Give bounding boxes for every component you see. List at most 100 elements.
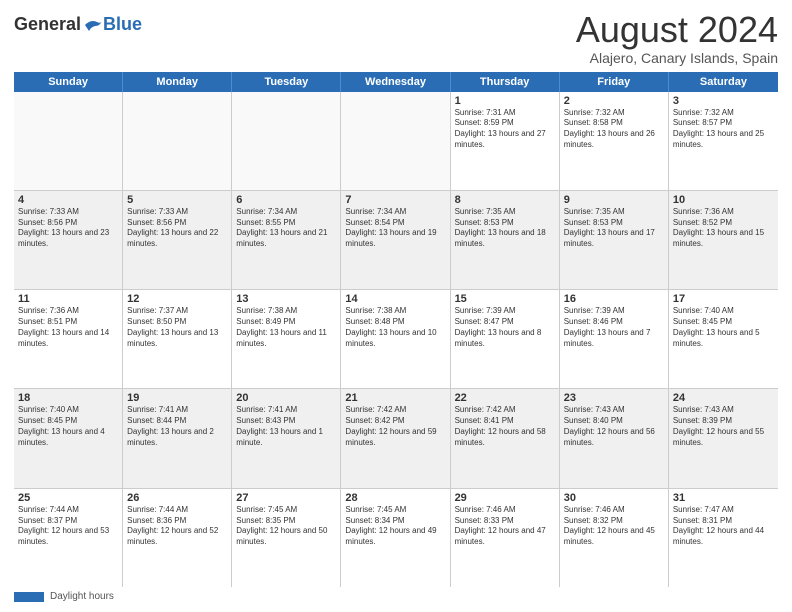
cell-info: Sunrise: 7:40 AM Sunset: 8:45 PM Dayligh… (673, 306, 774, 349)
calendar-cell: 20Sunrise: 7:41 AM Sunset: 8:43 PM Dayli… (232, 389, 341, 487)
header-thursday: Thursday (451, 72, 560, 92)
day-number: 11 (18, 293, 118, 305)
calendar-cell: 6Sunrise: 7:34 AM Sunset: 8:55 PM Daylig… (232, 191, 341, 289)
day-number: 7 (345, 194, 445, 206)
cell-info: Sunrise: 7:46 AM Sunset: 8:33 PM Dayligh… (455, 505, 555, 548)
calendar-cell: 15Sunrise: 7:39 AM Sunset: 8:47 PM Dayli… (451, 290, 560, 388)
cell-info: Sunrise: 7:34 AM Sunset: 8:55 PM Dayligh… (236, 207, 336, 250)
cell-info: Sunrise: 7:36 AM Sunset: 8:51 PM Dayligh… (18, 306, 118, 349)
calendar-cell (14, 92, 123, 190)
logo-text: General Blue (14, 14, 142, 35)
cell-info: Sunrise: 7:31 AM Sunset: 8:59 PM Dayligh… (455, 108, 555, 151)
day-number: 18 (18, 392, 118, 404)
day-number: 27 (236, 492, 336, 504)
cell-info: Sunrise: 7:42 AM Sunset: 8:42 PM Dayligh… (345, 405, 445, 448)
day-number: 29 (455, 492, 555, 504)
calendar-cell: 3Sunrise: 7:32 AM Sunset: 8:57 PM Daylig… (669, 92, 778, 190)
day-number: 6 (236, 194, 336, 206)
day-number: 19 (127, 392, 227, 404)
day-number: 5 (127, 194, 227, 206)
calendar-week-3: 11Sunrise: 7:36 AM Sunset: 8:51 PM Dayli… (14, 290, 778, 389)
calendar-cell: 12Sunrise: 7:37 AM Sunset: 8:50 PM Dayli… (123, 290, 232, 388)
header-tuesday: Tuesday (232, 72, 341, 92)
cell-info: Sunrise: 7:43 AM Sunset: 8:39 PM Dayligh… (673, 405, 774, 448)
cell-info: Sunrise: 7:38 AM Sunset: 8:49 PM Dayligh… (236, 306, 336, 349)
calendar-week-1: 1Sunrise: 7:31 AM Sunset: 8:59 PM Daylig… (14, 92, 778, 191)
cell-info: Sunrise: 7:33 AM Sunset: 8:56 PM Dayligh… (18, 207, 118, 250)
day-number: 24 (673, 392, 774, 404)
calendar-cell (123, 92, 232, 190)
calendar-cell: 18Sunrise: 7:40 AM Sunset: 8:45 PM Dayli… (14, 389, 123, 487)
day-number: 16 (564, 293, 664, 305)
calendar-cell: 30Sunrise: 7:46 AM Sunset: 8:32 PM Dayli… (560, 489, 669, 587)
day-number: 31 (673, 492, 774, 504)
cell-info: Sunrise: 7:44 AM Sunset: 8:36 PM Dayligh… (127, 505, 227, 548)
header: General Blue August 2024 Alajero, Canary… (14, 10, 778, 66)
calendar-cell: 19Sunrise: 7:41 AM Sunset: 8:44 PM Dayli… (123, 389, 232, 487)
calendar-week-2: 4Sunrise: 7:33 AM Sunset: 8:56 PM Daylig… (14, 191, 778, 290)
header-saturday: Saturday (669, 72, 778, 92)
cell-info: Sunrise: 7:35 AM Sunset: 8:53 PM Dayligh… (564, 207, 664, 250)
calendar-cell: 14Sunrise: 7:38 AM Sunset: 8:48 PM Dayli… (341, 290, 450, 388)
calendar-cell (232, 92, 341, 190)
header-friday: Friday (560, 72, 669, 92)
calendar-cell: 29Sunrise: 7:46 AM Sunset: 8:33 PM Dayli… (451, 489, 560, 587)
cell-info: Sunrise: 7:45 AM Sunset: 8:35 PM Dayligh… (236, 505, 336, 548)
cell-info: Sunrise: 7:40 AM Sunset: 8:45 PM Dayligh… (18, 405, 118, 448)
calendar-cell: 4Sunrise: 7:33 AM Sunset: 8:56 PM Daylig… (14, 191, 123, 289)
cell-info: Sunrise: 7:45 AM Sunset: 8:34 PM Dayligh… (345, 505, 445, 548)
cell-info: Sunrise: 7:46 AM Sunset: 8:32 PM Dayligh… (564, 505, 664, 548)
cell-info: Sunrise: 7:35 AM Sunset: 8:53 PM Dayligh… (455, 207, 555, 250)
day-number: 10 (673, 194, 774, 206)
daylight-legend-bar (14, 592, 44, 602)
day-number: 2 (564, 95, 664, 107)
day-number: 4 (18, 194, 118, 206)
calendar-header: Sunday Monday Tuesday Wednesday Thursday… (14, 72, 778, 92)
cell-info: Sunrise: 7:38 AM Sunset: 8:48 PM Dayligh… (345, 306, 445, 349)
cell-info: Sunrise: 7:39 AM Sunset: 8:47 PM Dayligh… (455, 306, 555, 349)
cell-info: Sunrise: 7:42 AM Sunset: 8:41 PM Dayligh… (455, 405, 555, 448)
day-number: 12 (127, 293, 227, 305)
cell-info: Sunrise: 7:34 AM Sunset: 8:54 PM Dayligh… (345, 207, 445, 250)
calendar-cell: 31Sunrise: 7:47 AM Sunset: 8:31 PM Dayli… (669, 489, 778, 587)
header-monday: Monday (123, 72, 232, 92)
calendar-cell: 25Sunrise: 7:44 AM Sunset: 8:37 PM Dayli… (14, 489, 123, 587)
cell-info: Sunrise: 7:36 AM Sunset: 8:52 PM Dayligh… (673, 207, 774, 250)
calendar-cell: 24Sunrise: 7:43 AM Sunset: 8:39 PM Dayli… (669, 389, 778, 487)
daylight-legend-label: Daylight hours (50, 591, 114, 602)
calendar-cell: 13Sunrise: 7:38 AM Sunset: 8:49 PM Dayli… (232, 290, 341, 388)
calendar-week-4: 18Sunrise: 7:40 AM Sunset: 8:45 PM Dayli… (14, 389, 778, 488)
calendar-cell: 8Sunrise: 7:35 AM Sunset: 8:53 PM Daylig… (451, 191, 560, 289)
cell-info: Sunrise: 7:32 AM Sunset: 8:57 PM Dayligh… (673, 108, 774, 151)
logo-blue: Blue (103, 14, 142, 35)
header-sunday: Sunday (14, 72, 123, 92)
calendar-cell: 9Sunrise: 7:35 AM Sunset: 8:53 PM Daylig… (560, 191, 669, 289)
day-number: 30 (564, 492, 664, 504)
day-number: 9 (564, 194, 664, 206)
day-number: 15 (455, 293, 555, 305)
calendar-cell: 2Sunrise: 7:32 AM Sunset: 8:58 PM Daylig… (560, 92, 669, 190)
calendar-cell: 16Sunrise: 7:39 AM Sunset: 8:46 PM Dayli… (560, 290, 669, 388)
day-number: 8 (455, 194, 555, 206)
calendar-cell (341, 92, 450, 190)
calendar-cell: 17Sunrise: 7:40 AM Sunset: 8:45 PM Dayli… (669, 290, 778, 388)
day-number: 20 (236, 392, 336, 404)
logo-bird-icon (83, 17, 103, 33)
calendar-body: 1Sunrise: 7:31 AM Sunset: 8:59 PM Daylig… (14, 92, 778, 587)
day-number: 26 (127, 492, 227, 504)
calendar-cell: 10Sunrise: 7:36 AM Sunset: 8:52 PM Dayli… (669, 191, 778, 289)
cell-info: Sunrise: 7:37 AM Sunset: 8:50 PM Dayligh… (127, 306, 227, 349)
calendar-cell: 5Sunrise: 7:33 AM Sunset: 8:56 PM Daylig… (123, 191, 232, 289)
day-number: 13 (236, 293, 336, 305)
cell-info: Sunrise: 7:33 AM Sunset: 8:56 PM Dayligh… (127, 207, 227, 250)
cell-info: Sunrise: 7:32 AM Sunset: 8:58 PM Dayligh… (564, 108, 664, 151)
calendar-cell: 26Sunrise: 7:44 AM Sunset: 8:36 PM Dayli… (123, 489, 232, 587)
title-location: Alajero, Canary Islands, Spain (576, 50, 778, 66)
calendar-cell: 11Sunrise: 7:36 AM Sunset: 8:51 PM Dayli… (14, 290, 123, 388)
day-number: 21 (345, 392, 445, 404)
calendar-cell: 27Sunrise: 7:45 AM Sunset: 8:35 PM Dayli… (232, 489, 341, 587)
title-block: August 2024 Alajero, Canary Islands, Spa… (576, 10, 778, 66)
logo: General Blue (14, 14, 142, 35)
cell-info: Sunrise: 7:39 AM Sunset: 8:46 PM Dayligh… (564, 306, 664, 349)
day-number: 3 (673, 95, 774, 107)
